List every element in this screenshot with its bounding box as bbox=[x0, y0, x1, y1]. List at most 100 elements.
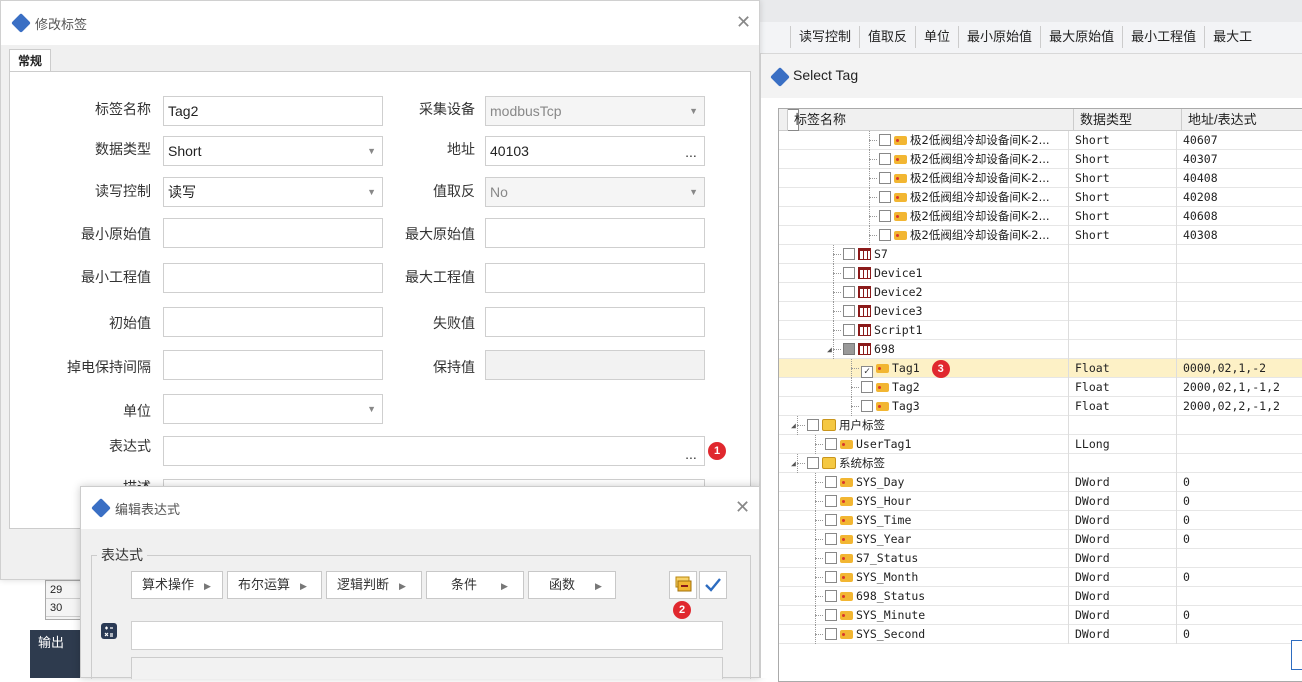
max-eng-input[interactable] bbox=[485, 263, 705, 293]
tree-row[interactable]: ◢ 系统标签 bbox=[779, 454, 1302, 473]
address-browse-button[interactable]: ... bbox=[680, 137, 702, 165]
expression-input[interactable]: ... bbox=[163, 436, 705, 466]
tab-general[interactable]: 常规 bbox=[9, 49, 52, 71]
keep-value-input[interactable] bbox=[485, 350, 705, 380]
tree-row[interactable]: 极2低阀组冷却设备间K-2... Short 40408 bbox=[779, 169, 1302, 188]
tree-row[interactable]: SYS_Hour DWord 0 bbox=[779, 492, 1302, 511]
arithmetic-menu-button[interactable]: 算术操作 ▶ bbox=[131, 571, 223, 599]
tree-row[interactable]: Device2 bbox=[779, 283, 1302, 302]
tree-row[interactable]: ◢ 用户标签 bbox=[779, 416, 1302, 435]
tag-checkbox[interactable] bbox=[879, 172, 891, 184]
tag-checkbox[interactable]: ✓ bbox=[861, 366, 873, 378]
tree-row[interactable]: SYS_Second DWord 0 bbox=[779, 625, 1302, 644]
function-menu-button[interactable]: 函数 ▶ bbox=[528, 571, 616, 599]
header-address[interactable]: 地址/表达式 bbox=[1181, 109, 1302, 131]
tree-row[interactable]: Script1 bbox=[779, 321, 1302, 340]
tag-checkbox[interactable] bbox=[879, 191, 891, 203]
tree-row[interactable]: 极2低阀组冷却设备间K-2... Short 40607 bbox=[779, 131, 1302, 150]
logic-menu-button[interactable]: 逻辑判断 ▶ bbox=[326, 571, 422, 599]
tree-row[interactable]: Tag2 Float 2000,02,1,-1,2 bbox=[779, 378, 1302, 397]
tree-row[interactable]: UserTag1 LLong bbox=[779, 435, 1302, 454]
chevron-down-icon: ▼ bbox=[689, 187, 698, 197]
tag-checkbox[interactable] bbox=[825, 552, 837, 564]
unit-select[interactable]: ▼ bbox=[163, 394, 383, 424]
ok-button-partial[interactable] bbox=[1291, 640, 1302, 670]
expression-text-input[interactable] bbox=[131, 621, 723, 650]
confirm-button[interactable] bbox=[699, 571, 727, 599]
tree-row[interactable]: 698_Status DWord bbox=[779, 587, 1302, 606]
tree-row[interactable]: Device3 bbox=[779, 302, 1302, 321]
tree-row-name-cell: 极2低阀组冷却设备间K-2... bbox=[779, 150, 1069, 169]
header-tag-name[interactable]: 标签名称 bbox=[779, 109, 1073, 131]
tag-checkbox[interactable] bbox=[879, 134, 891, 146]
tag-name-input[interactable]: Tag2 bbox=[163, 96, 383, 126]
tree-row[interactable]: SYS_Minute DWord 0 bbox=[779, 606, 1302, 625]
close-icon[interactable]: ✕ bbox=[736, 13, 751, 31]
tree-connector bbox=[815, 577, 823, 578]
tag-icon bbox=[876, 383, 889, 392]
tag-checkbox[interactable] bbox=[879, 153, 891, 165]
tree-row[interactable]: S7 bbox=[779, 245, 1302, 264]
tag-checkbox[interactable] bbox=[825, 495, 837, 507]
tree-row[interactable]: 极2低阀组冷却设备间K-2... Short 40208 bbox=[779, 188, 1302, 207]
device-select[interactable]: modbusTcp ▼ bbox=[485, 96, 705, 126]
expand-triangle-icon[interactable]: ◢ bbox=[791, 416, 796, 435]
tree-row[interactable]: ✓ Tag1 3 Float 0000,02,1,-2 bbox=[779, 359, 1302, 378]
tag-data-type bbox=[1073, 264, 1177, 283]
tag-checkbox[interactable] bbox=[825, 590, 837, 602]
expand-triangle-icon[interactable]: ◢ bbox=[827, 340, 832, 359]
tag-data-type: Short bbox=[1073, 150, 1177, 169]
min-eng-input[interactable] bbox=[163, 263, 383, 293]
tree-row[interactable]: 极2低阀组冷却设备间K-2... Short 40608 bbox=[779, 207, 1302, 226]
tag-checkbox[interactable] bbox=[843, 305, 855, 317]
tag-checkbox[interactable] bbox=[843, 343, 855, 355]
address-input[interactable]: 40103... bbox=[485, 136, 705, 166]
tree-row[interactable]: SYS_Time DWord 0 bbox=[779, 511, 1302, 530]
power-keep-input[interactable] bbox=[163, 350, 383, 380]
data-type-select[interactable]: Short ▼ bbox=[163, 136, 383, 166]
tag-checkbox[interactable] bbox=[861, 381, 873, 393]
tag-checkbox[interactable] bbox=[825, 609, 837, 621]
tag-checkbox[interactable] bbox=[843, 324, 855, 336]
close-icon[interactable]: ✕ bbox=[735, 498, 750, 516]
tag-checkbox[interactable] bbox=[825, 571, 837, 583]
condition-menu-button[interactable]: 条件 ▶ bbox=[426, 571, 524, 599]
tree-row[interactable]: SYS_Month DWord 0 bbox=[779, 568, 1302, 587]
tag-checkbox[interactable] bbox=[861, 400, 873, 412]
tree-row[interactable]: S7_Status DWord bbox=[779, 549, 1302, 568]
tree-row[interactable]: 极2低阀组冷却设备间K-2... Short 40308 bbox=[779, 226, 1302, 245]
expand-triangle-icon[interactable]: ◢ bbox=[791, 454, 796, 473]
tag-checkbox[interactable] bbox=[825, 533, 837, 545]
rw-control-select[interactable]: 读写 ▼ bbox=[163, 177, 383, 207]
checkmark-icon bbox=[705, 578, 721, 592]
boolean-menu-button[interactable]: 布尔运算 ▶ bbox=[227, 571, 322, 599]
tag-name: SYS_Day bbox=[856, 475, 905, 489]
tag-name: 极2低阀组冷却设备间K-2... bbox=[910, 133, 1050, 147]
tag-checkbox[interactable] bbox=[825, 628, 837, 640]
tag-checkbox[interactable] bbox=[879, 210, 891, 222]
tree-row[interactable]: SYS_Day DWord 0 bbox=[779, 473, 1302, 492]
output-tab[interactable]: 输出 bbox=[30, 630, 85, 656]
tree-row[interactable]: Tag3 Float 2000,02,2,-1,2 bbox=[779, 397, 1302, 416]
tag-checkbox[interactable] bbox=[807, 419, 819, 431]
tree-row[interactable]: Device1 bbox=[779, 264, 1302, 283]
tag-checkbox[interactable] bbox=[879, 229, 891, 241]
tag-checkbox[interactable] bbox=[843, 286, 855, 298]
tag-checkbox[interactable] bbox=[843, 248, 855, 260]
expression-edit-button[interactable]: ... bbox=[680, 439, 702, 467]
tag-checkbox[interactable] bbox=[825, 514, 837, 526]
select-tag-button[interactable] bbox=[669, 571, 697, 599]
tag-checkbox[interactable] bbox=[807, 457, 819, 469]
tag-checkbox[interactable] bbox=[843, 267, 855, 279]
tree-row[interactable]: ◢ 698 bbox=[779, 340, 1302, 359]
invert-select[interactable]: No ▼ bbox=[485, 177, 705, 207]
tag-checkbox[interactable] bbox=[825, 438, 837, 450]
tree-row[interactable]: SYS_Year DWord 0 bbox=[779, 530, 1302, 549]
initial-input[interactable] bbox=[163, 307, 383, 337]
max-raw-input[interactable] bbox=[485, 218, 705, 248]
tag-checkbox[interactable] bbox=[825, 476, 837, 488]
min-raw-input[interactable] bbox=[163, 218, 383, 248]
header-data-type[interactable]: 数据类型 bbox=[1073, 109, 1181, 131]
fail-input[interactable] bbox=[485, 307, 705, 337]
tree-row[interactable]: 极2低阀组冷却设备间K-2... Short 40307 bbox=[779, 150, 1302, 169]
